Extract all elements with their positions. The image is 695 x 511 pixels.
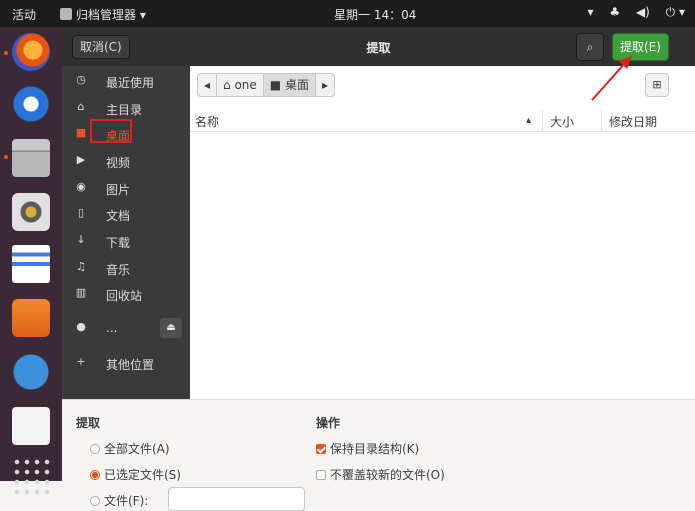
system-tray[interactable]: ▾ ♣ ◀) ⏻ ▾ [575, 5, 685, 20]
sidebar-item-label: ... [106, 321, 118, 335]
file-browser: ◂ ⌂ one ■ 桌面 ▸ ⊞ 名称 ▴ 大小 修改日期 [190, 66, 695, 399]
sound-icon: ◀) [635, 5, 650, 19]
no-overwrite-checkbox[interactable]: 不覆盖较新的文件(O) [316, 466, 445, 483]
column-divider[interactable] [542, 110, 543, 132]
sidebar-item-other-locations[interactable]: + 其他位置 [62, 350, 190, 376]
activities-button[interactable]: 活动 [12, 6, 36, 23]
camera-icon: ◉ [76, 180, 86, 193]
network-icon: ♣ [609, 5, 621, 19]
checkbox-indicator [316, 444, 326, 454]
sidebar-item-downloads[interactable]: ↓ 下载 [62, 228, 190, 254]
top-bar: 活动 归档管理器 ▾ 星期一 14：04 ▾ ♣ ◀) ⏻ ▾ [0, 0, 695, 27]
no-overwrite-label: 不覆盖较新的文件(O) [330, 468, 445, 482]
power-icon: ⏻ ▾ [665, 5, 685, 19]
libreoffice-writer-icon[interactable] [12, 245, 50, 283]
rhythmbox-icon[interactable] [12, 193, 50, 231]
path-back-button[interactable]: ◂ [198, 74, 218, 96]
plus-icon: + [76, 355, 86, 368]
dialog-header: 取消(C) 提取 ⌕ 提取(E) [62, 27, 695, 66]
extract-section-title: 提取 [76, 416, 101, 430]
document-icon: ▯ [77, 206, 85, 219]
radio-indicator [90, 470, 100, 480]
video-icon: ▶ [76, 153, 86, 166]
path-home-button[interactable]: ⌂ one [217, 74, 264, 96]
clock-icon: ◷ [76, 73, 86, 86]
dock [0, 27, 62, 495]
archive-manager-icon [60, 8, 72, 20]
firefox-icon[interactable] [12, 33, 50, 71]
tray-arrow-icon: ▾ [587, 5, 594, 19]
download-icon: ↓ [76, 233, 86, 246]
trash-icon: ▥ [75, 286, 87, 299]
music-icon: ♫ [76, 260, 86, 273]
sidebar-item-label: 下载 [106, 236, 131, 250]
actions-section-title: 操作 [316, 416, 341, 430]
sidebar-item-label: 视频 [106, 156, 131, 170]
all-files-radio[interactable]: 全部文件(A) [90, 440, 170, 457]
sidebar-item-trash[interactable]: ▥ 回收站 [62, 281, 190, 307]
files-pattern-input[interactable] [168, 487, 305, 511]
column-header-row: 名称 ▴ 大小 修改日期 [190, 110, 695, 132]
places-sidebar: ◷ 最近使用 ⌂ 主目录 ■ 桌面 ▶ 视频 ◉ 图片 ▯ 文档 ↓ 下载 ♫ 音乐 ▥ 回收站 … [62, 66, 190, 399]
sidebar-item-label: 最近使用 [106, 76, 155, 90]
column-divider[interactable] [601, 110, 602, 132]
sidebar-item-pictures[interactable]: ◉ 图片 [62, 175, 190, 201]
files-label: 文件(F): [104, 494, 149, 508]
home-icon: ⌂ [77, 100, 85, 113]
selected-files-label: 已选定文件(S) [104, 468, 181, 482]
help-icon[interactable] [12, 353, 50, 391]
show-apps-icon[interactable] [12, 457, 50, 495]
files-radio[interactable]: 文件(F): [90, 492, 148, 509]
amazon-icon[interactable] [12, 407, 50, 445]
eject-button[interactable]: ⏏ [160, 318, 182, 338]
annotation-highlight-box [90, 119, 132, 143]
eject-icon: ⏏ [166, 322, 176, 333]
keep-structure-checkbox[interactable]: 保持目录结构(K) [316, 440, 419, 457]
sidebar-item-label: 图片 [106, 183, 131, 197]
checkbox-indicator [316, 470, 326, 480]
selected-files-radio[interactable]: 已选定文件(S) [90, 466, 181, 483]
thunderbird-icon[interactable] [12, 85, 50, 123]
app-menu-label: 归档管理器 ▾ [76, 8, 146, 22]
sidebar-item-label: 主目录 [106, 103, 143, 117]
sidebar-item-label: 其他位置 [106, 358, 155, 372]
radio-indicator [90, 496, 100, 506]
sidebar-item-label: 回收站 [106, 289, 143, 303]
sort-ascending-icon: ▴ [526, 115, 532, 126]
new-folder-button[interactable]: ⊞ [645, 73, 669, 97]
sidebar-item-home[interactable]: ⌂ 主目录 [62, 95, 190, 121]
column-header-modified[interactable]: 修改日期 [609, 113, 657, 130]
sidebar-item-videos[interactable]: ▶ 视频 [62, 148, 190, 174]
clock[interactable]: 星期一 14：04 [334, 6, 416, 23]
all-files-label: 全部文件(A) [104, 442, 170, 456]
column-header-name[interactable]: 名称 [195, 113, 219, 130]
sidebar-item-label: 音乐 [106, 263, 131, 277]
keep-structure-label: 保持目录结构(K) [330, 442, 420, 456]
path-bar: ◂ ⌂ one ■ 桌面 ▸ [197, 73, 335, 97]
sidebar-item-music[interactable]: ♫ 音乐 [62, 255, 190, 281]
app-menu[interactable]: 归档管理器 ▾ [60, 6, 146, 23]
disk-icon: ● [76, 320, 86, 333]
sidebar-item-recent[interactable]: ◷ 最近使用 [62, 68, 190, 94]
extract-options-panel: 提取 全部文件(A) 已选定文件(S) 文件(F): 操作 保持目录结构(K) … [62, 399, 695, 511]
software-center-icon[interactable] [12, 299, 50, 337]
folder-icon: ■ [75, 126, 87, 139]
running-indicator [4, 155, 8, 159]
sidebar-item-documents[interactable]: ▯ 文档 [62, 201, 190, 227]
running-indicator [4, 51, 8, 55]
extract-button[interactable]: 提取(E) [612, 33, 669, 61]
search-icon: ⌕ [586, 40, 594, 54]
path-forward-button[interactable]: ▸ [316, 74, 334, 96]
path-current-button[interactable]: ■ 桌面 [263, 74, 316, 96]
files-icon[interactable] [12, 139, 50, 177]
search-button[interactable]: ⌕ [576, 33, 604, 61]
extract-dialog: 取消(C) 提取 ⌕ 提取(E) ◷ 最近使用 ⌂ 主目录 ■ 桌面 ▶ 视频 ◉ 图片 … [62, 27, 695, 511]
new-folder-icon: ⊞ [652, 78, 662, 91]
sidebar-item-label: 文档 [106, 209, 131, 223]
radio-indicator [90, 444, 100, 454]
column-header-size[interactable]: 大小 [550, 113, 574, 130]
